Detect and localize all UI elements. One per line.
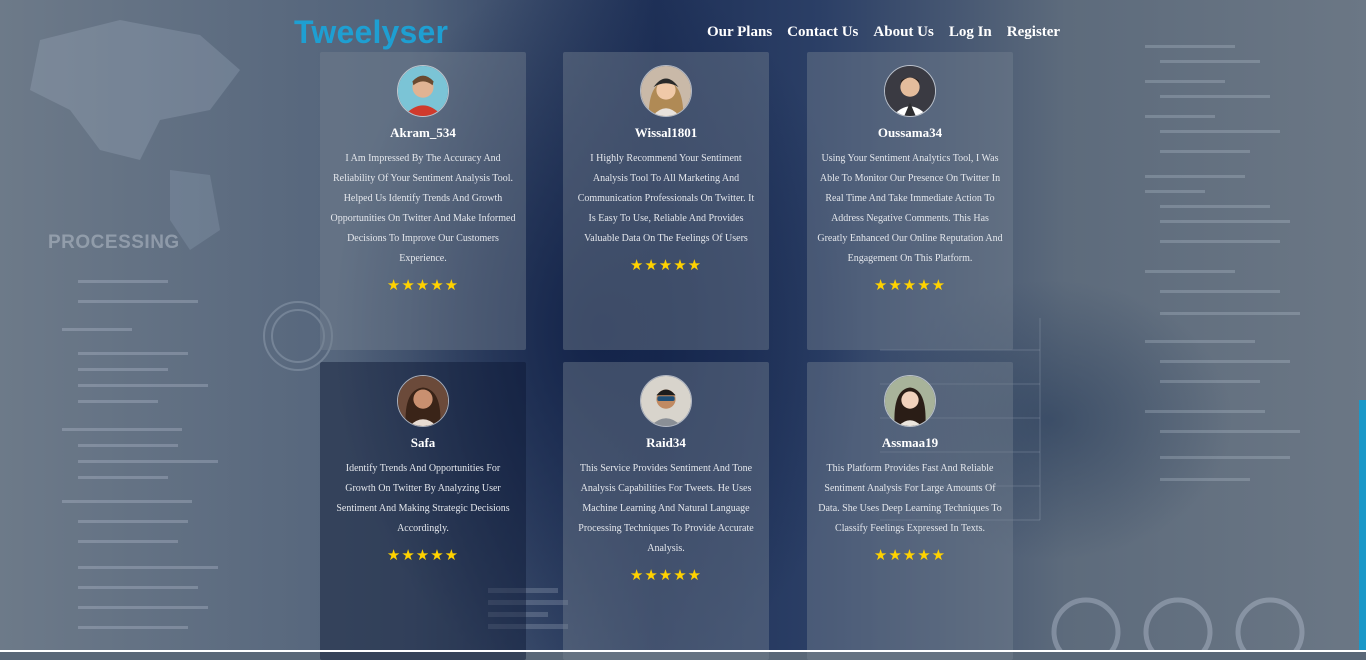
avatar (397, 375, 449, 427)
avatar (884, 65, 936, 117)
testimonial-text: I Highly Recommend Your Sentiment Analys… (577, 153, 755, 244)
star-rating: ★★★★★ (629, 568, 703, 584)
avatar (884, 375, 936, 427)
testimonial-name: Akram_534 (390, 125, 456, 140)
star-rating: ★★★★★ (386, 548, 460, 564)
testimonial-name: Assmaa19 (881, 435, 939, 450)
nav-log-in[interactable]: Log In (949, 24, 992, 41)
brand-logo[interactable]: Tweelyser (294, 14, 448, 51)
testimonial-text: I Am Impressed By The Accuracy And Relia… (330, 153, 516, 264)
avatar (397, 65, 449, 117)
star-rating: ★★★★★ (873, 548, 947, 564)
nav-contact-us[interactable]: Contact Us (787, 24, 858, 41)
testimonial-card-assmaa: Assmaa19 This Platform Provides Fast And… (807, 362, 1013, 660)
star-rating: ★★★★★ (629, 258, 703, 274)
scroll-accent-bar (1359, 400, 1366, 650)
testimonial-text: This Service Provides Sentiment And Tone… (578, 463, 754, 554)
testimonial-name: Wissal1801 (634, 125, 698, 140)
testimonial-name: Safa (410, 435, 436, 450)
testimonial-name: Oussama34 (877, 125, 943, 140)
testimonial-text: This Platform Provides Fast And Reliable… (818, 463, 1002, 534)
star-rating: ★★★★★ (386, 278, 460, 294)
star-rating: ★★★★★ (873, 278, 947, 294)
testimonial-card-safa: Safa Identify Trends And Opportunities F… (320, 362, 526, 660)
nav-our-plans[interactable]: Our Plans (707, 24, 772, 41)
testimonial-text: Using Your Sentiment Analytics Tool, I W… (817, 153, 1003, 264)
testimonial-card-akram: Akram_534 I Am Impressed By The Accuracy… (320, 52, 526, 350)
testimonial-name: Raid34 (646, 435, 686, 450)
testimonial-card-raid: Raid34 This Service Provides Sentiment A… (563, 362, 769, 660)
avatar (640, 65, 692, 117)
nav-about-us[interactable]: About Us (873, 24, 933, 41)
testimonial-card-wissal: Wissal1801 I Highly Recommend Your Senti… (563, 52, 769, 350)
testimonial-card-oussama: Oussama34 Using Your Sentiment Analytics… (807, 52, 1013, 350)
nav-register[interactable]: Register (1007, 24, 1060, 41)
background-caption: PROCESSING (48, 232, 180, 253)
testimonial-text: Identify Trends And Opportunities For Gr… (336, 463, 510, 534)
main-nav: Our Plans Contact Us About Us Log In Reg… (707, 24, 1060, 41)
avatar (640, 375, 692, 427)
